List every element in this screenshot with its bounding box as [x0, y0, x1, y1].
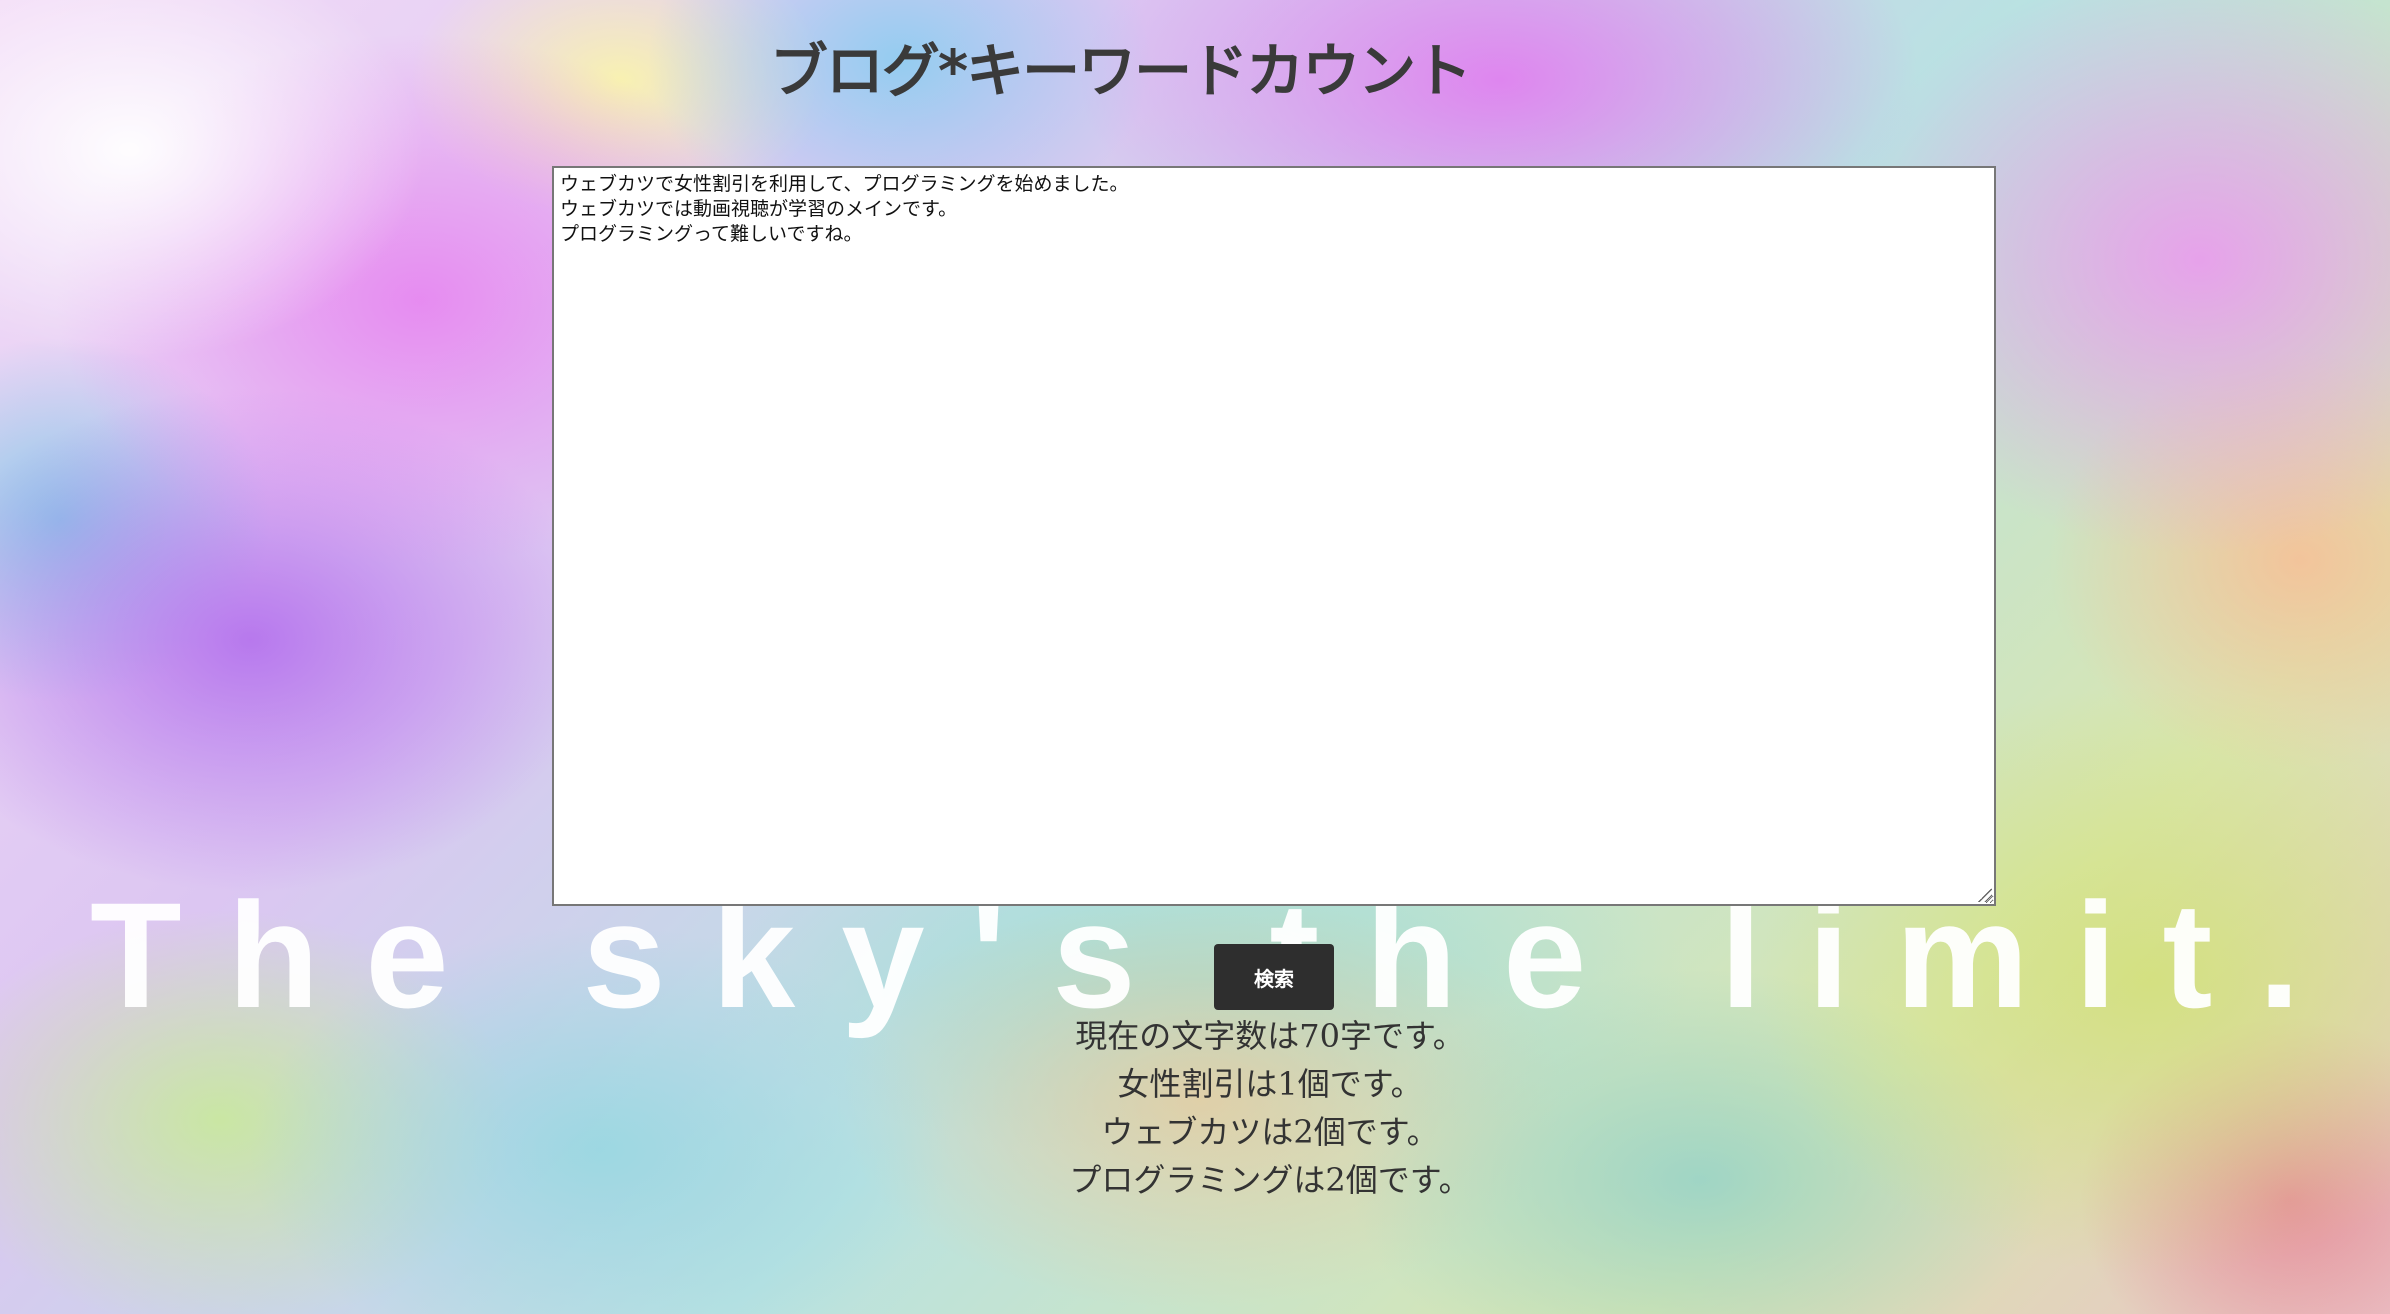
keyword-count-result: プログラミングは2個です。 [1069, 1161, 1471, 1199]
keyword-count-result: 女性割引は1個です。 [1117, 1065, 1423, 1103]
search-button[interactable]: 検索 [1214, 944, 1334, 1010]
blog-text-input[interactable]: ウェブカツで女性割引を利用して、プログラミングを始めました。 ウェブカツでは動画… [552, 166, 1996, 906]
keyword-count-result: ウェブカツは2個です。 [1101, 1113, 1439, 1151]
resize-handle-icon[interactable] [1978, 888, 1992, 902]
results-list: 現在の文字数は70字です。 女性割引は1個です。 ウェブカツは2個です。 プログ… [0, 1012, 2390, 1204]
page-title: ブログ*キーワードカウント [769, 37, 1472, 105]
character-count-result: 現在の文字数は70字です。 [1075, 1017, 1465, 1055]
